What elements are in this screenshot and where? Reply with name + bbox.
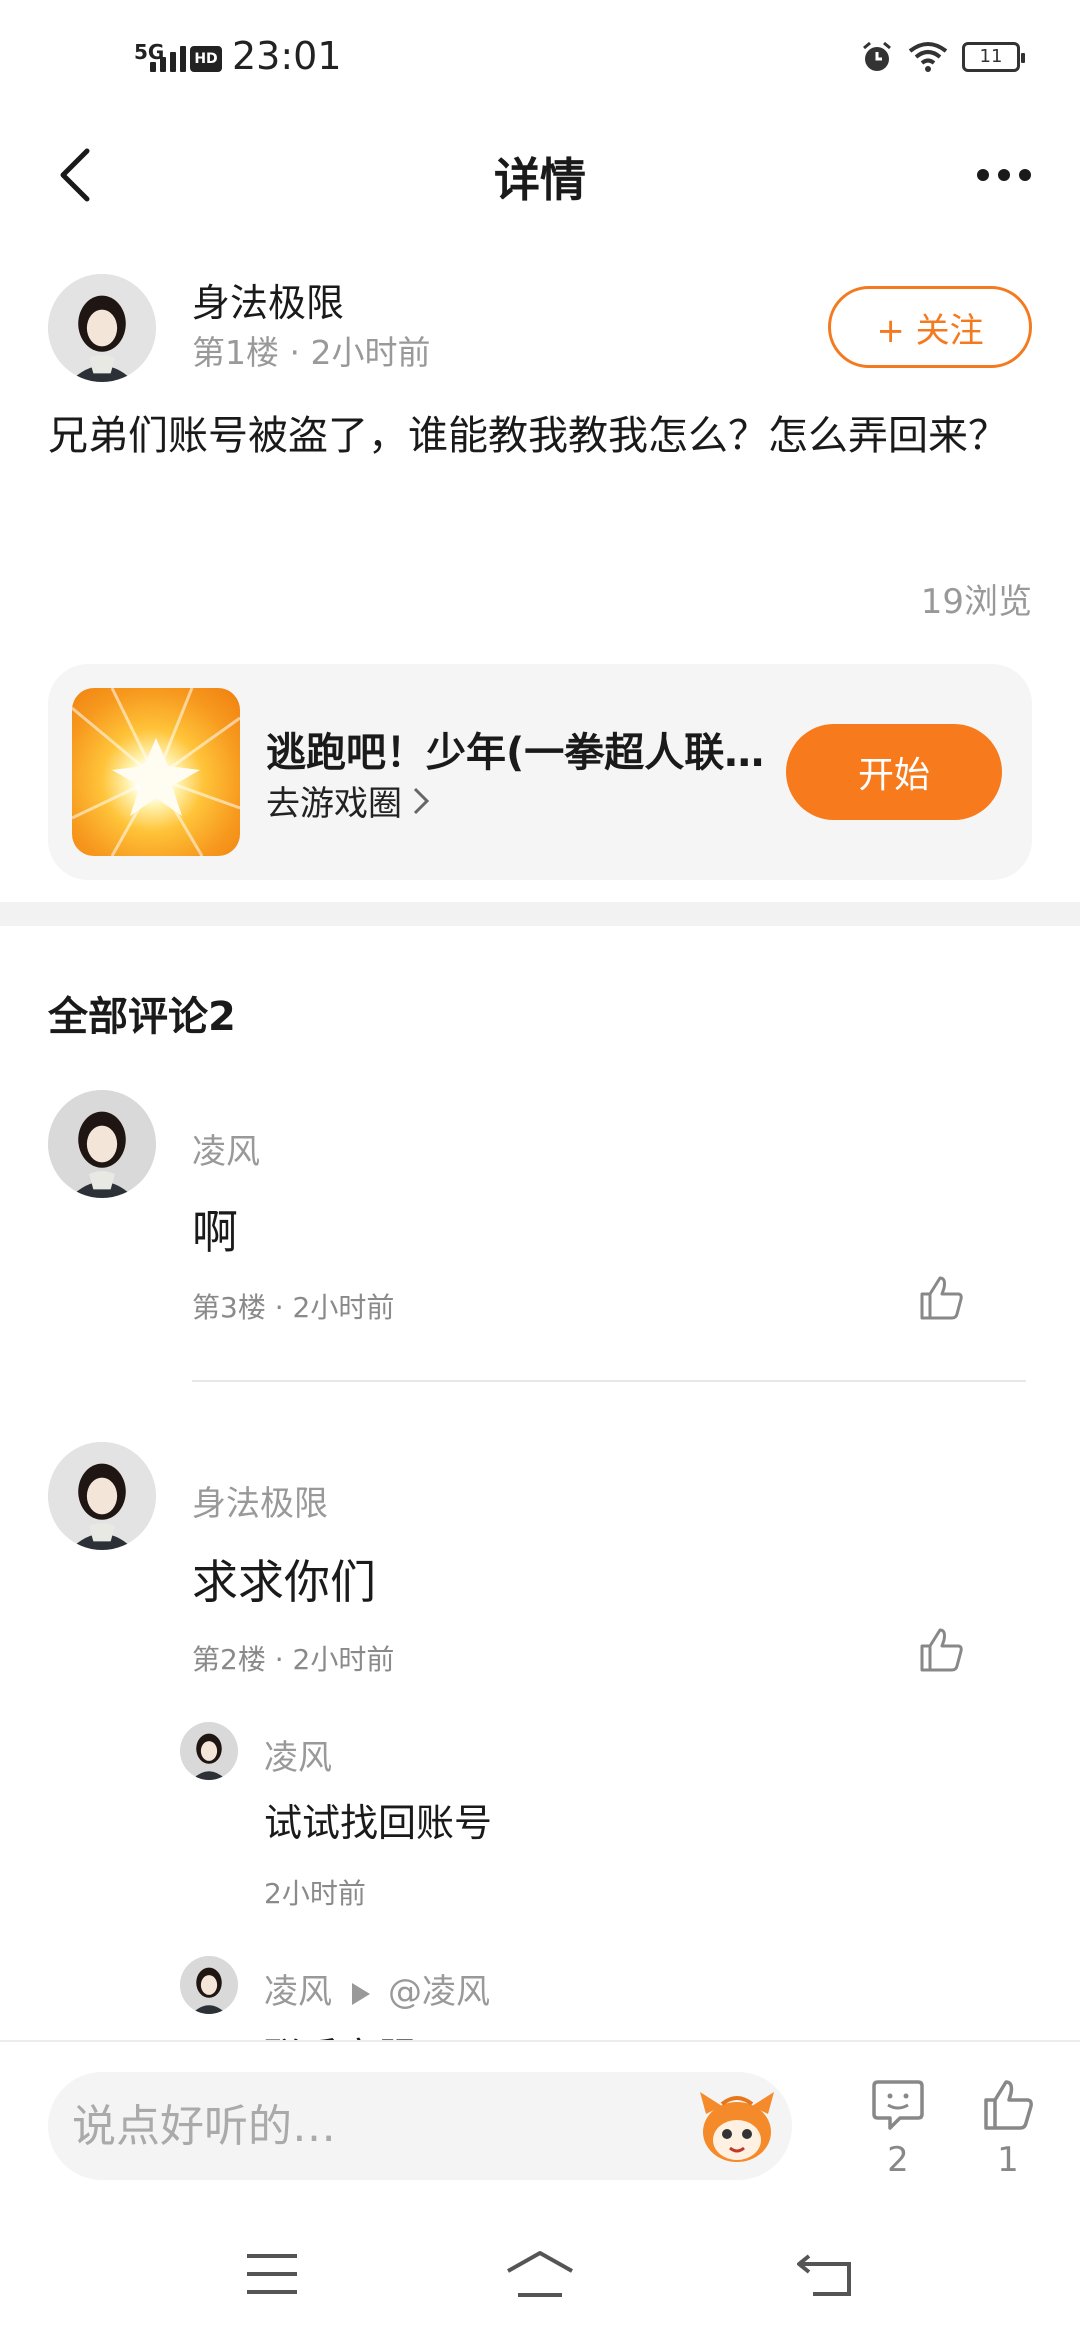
follow-button[interactable]: + 关注 [828, 286, 1032, 368]
start-game-button[interactable]: 开始 [786, 724, 1002, 820]
game-name: 逃跑吧！少年(一拳超人联动) [266, 730, 766, 776]
post-author-avatar[interactable] [48, 274, 156, 382]
reply-arrow-icon [352, 1982, 370, 2005]
comment-count: 2 [887, 2140, 909, 2180]
comment-author[interactable]: 凌风 [192, 1124, 260, 1173]
alarm-icon [863, 41, 891, 71]
like-count-button[interactable]: 1 [968, 2076, 1048, 2180]
post-meta: 第1楼 · 2小时前 [192, 333, 431, 372]
reply-avatar[interactable] [180, 1722, 238, 1780]
hd-badge: HD [190, 46, 222, 72]
comment-meta: 第3楼 · 2小时前 [192, 1291, 395, 1324]
view-count: 19浏览 [920, 582, 1032, 622]
status-bar: 5G HD 23:01 11 [0, 0, 1080, 120]
return-icon [797, 2254, 851, 2296]
post-content: 兄弟们账号被盗了，谁能教我教我怎么？怎么弄回来？ [48, 413, 1008, 459]
reply-author[interactable]: 凌风 [264, 1730, 332, 1779]
comment-meta: 第2楼 · 2小时前 [192, 1643, 395, 1676]
reply-text: 试试找回账号 [264, 1801, 493, 1845]
wifi-icon [908, 42, 948, 72]
header: 详情 [0, 120, 1080, 230]
comment-avatar[interactable] [48, 1442, 156, 1550]
return-button[interactable] [774, 2244, 874, 2304]
like-count: 1 [997, 2140, 1019, 2180]
comment-input[interactable] [72, 2072, 692, 2180]
game-icon[interactable] [72, 688, 240, 856]
clock: 23:01 [232, 34, 342, 78]
thumb-up-icon [984, 2080, 1033, 2130]
signal-icon [150, 44, 186, 72]
menu-icon [247, 2254, 297, 2294]
game-circle-link[interactable]: 去游戏圈 [266, 776, 430, 825]
more-icon-dot [998, 169, 1010, 181]
comment-input-box[interactable] [48, 2072, 792, 2180]
status-icons: 11 [860, 40, 1025, 74]
home-icon [507, 2251, 573, 2297]
comment-author[interactable]: 身法极限 [192, 1476, 328, 1525]
comment-icon [872, 2080, 924, 2130]
comments-title: 全部评论2 [48, 994, 236, 1040]
reply-meta: 2小时前 [264, 1877, 366, 1910]
system-nav-bar [0, 2200, 1080, 2340]
menu-button[interactable] [222, 2244, 322, 2304]
page-title: 详情 [494, 153, 586, 207]
chevron-right-icon [413, 787, 430, 814]
follow-label: + 关注 [876, 310, 984, 351]
comment-bar: 2 1 [0, 2040, 1080, 2200]
section-divider [0, 902, 1080, 926]
comment-count-button[interactable]: 2 [858, 2076, 938, 2180]
comment-text: 啊 [192, 1205, 238, 1259]
mascot-icon[interactable] [692, 2084, 782, 2168]
game-card[interactable]: 逃跑吧！少年(一拳超人联动) 去游戏圈 开始 [48, 664, 1032, 880]
reply-avatar[interactable] [180, 1956, 238, 2014]
reply-author-line: 凌风 @凌风 [264, 1964, 490, 2013]
reply-target[interactable]: @凌风 [388, 1972, 490, 2012]
post-author-name[interactable]: 身法极限 [192, 272, 344, 327]
comment-text: 求求你们 [192, 1555, 376, 1609]
thumb-up-icon[interactable] [916, 1624, 966, 1674]
game-circle-label: 去游戏圈 [266, 784, 402, 824]
more-icon-dot [1019, 169, 1031, 181]
reply-author[interactable]: 凌风 [264, 1972, 332, 2012]
more-icon [977, 169, 989, 181]
home-button[interactable] [490, 2244, 590, 2304]
comment-avatar[interactable] [48, 1090, 156, 1198]
comment-divider [192, 1380, 1026, 1382]
battery-icon: 11 [962, 42, 1025, 72]
thumb-up-icon[interactable] [916, 1272, 966, 1322]
more-button[interactable] [964, 140, 1044, 210]
